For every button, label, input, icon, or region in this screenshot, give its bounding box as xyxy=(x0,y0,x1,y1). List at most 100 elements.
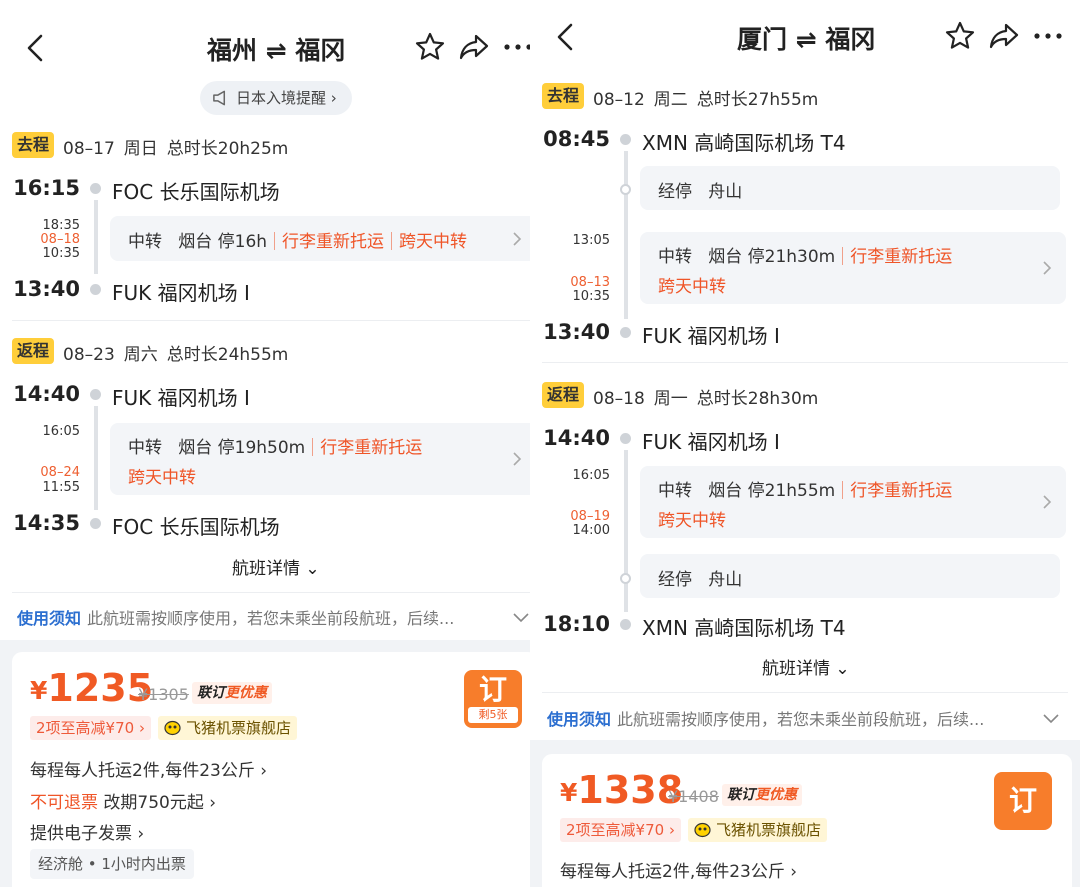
transfer-depart-time: 10:35 xyxy=(572,289,610,304)
depart-time: 14:40 xyxy=(543,426,610,450)
divider xyxy=(12,320,530,321)
outbound-tag: 去程 xyxy=(12,132,54,158)
depart-airport: FOC 长乐国际机场 xyxy=(112,180,280,204)
transfer-depart-time: 14:00 xyxy=(572,523,610,538)
transfer-info: 中转 烟台 停21h55m 行李重新托运 xyxy=(658,481,953,501)
share-icon[interactable] xyxy=(458,31,490,63)
chevron-right-icon xyxy=(513,452,522,466)
cabin-info: 经济舱 • 1小时内出票 xyxy=(30,849,194,879)
page-title: 福州 ⇌ 福冈 xyxy=(207,36,346,65)
arrive-time: 18:10 xyxy=(543,612,610,636)
remaining-seats: 剩5张 xyxy=(468,707,518,723)
stopover-marker xyxy=(620,573,631,584)
share-icon[interactable] xyxy=(988,20,1020,52)
timeline-dot xyxy=(620,433,631,444)
depart-time: 16:15 xyxy=(13,176,80,200)
outbound-weekday: 周日 xyxy=(123,139,158,159)
arrive-time: 14:35 xyxy=(13,511,80,535)
return-tag: 返程 xyxy=(542,382,584,408)
discount-chip[interactable]: 2项至高减¥70 › xyxy=(30,716,151,740)
timeline-line xyxy=(624,151,628,319)
page-title: 厦门 ⇌ 福冈 xyxy=(737,25,876,54)
outbound-tag: 去程 xyxy=(542,83,584,109)
depart-airport: FUK 福冈机场 I xyxy=(112,386,250,410)
return-date: 08–23 xyxy=(63,345,115,365)
timeline-dot xyxy=(90,389,101,400)
chevron-right-icon xyxy=(1043,261,1052,275)
price: ¥1338 xyxy=(560,768,684,812)
arrive-time: 13:40 xyxy=(543,320,610,344)
return-tag: 返程 xyxy=(12,338,54,364)
chevron-down-icon: ⌄ xyxy=(835,659,850,679)
chevron-right-icon xyxy=(513,232,522,246)
outbound-duration: 总时长27h55m xyxy=(696,90,819,110)
return-duration: 总时长28h30m xyxy=(696,389,819,409)
promo-badge: 联订更优惠 xyxy=(192,682,272,704)
arrive-airport: FOC 长乐国际机场 xyxy=(112,515,280,539)
flight-details-toggle[interactable]: 航班详情 ⌄ xyxy=(762,654,850,679)
outbound-date: 08–17 xyxy=(63,139,115,159)
store-chip[interactable]: 飞猪机票旗舰店 xyxy=(158,716,298,740)
stopover-card: 经停 舟山 xyxy=(640,166,1060,210)
transfer-arrive-time: 16:05 xyxy=(42,424,80,439)
flight-details-toggle[interactable]: 航班详情 ⌄ xyxy=(232,554,320,579)
arrive-airport: FUK 福冈机场 I xyxy=(642,324,780,348)
favorite-star-icon[interactable] xyxy=(414,31,446,63)
divider xyxy=(542,362,1068,363)
transfer-next-date: 08–18 xyxy=(40,232,80,247)
store-chip[interactable]: 飞猪机票旗舰店 xyxy=(688,818,828,842)
return-summary: 08–23 周六 总时长24h55m xyxy=(63,340,297,365)
invoice-info[interactable]: 提供电子发票 › xyxy=(30,819,144,844)
timeline-dot xyxy=(90,183,101,194)
transfer-arrive-time: 13:05 xyxy=(572,233,610,248)
more-icon[interactable] xyxy=(502,31,530,63)
japan-entry-notice[interactable]: 日本入境提醒 › xyxy=(200,81,352,115)
stopover-info: 经停 舟山 xyxy=(658,570,743,590)
right-screen: 厦门 ⇌ 福冈 去程 08–12 周二 总时长27h55m 08:45 XMN 高崎… xyxy=(530,0,1080,887)
baggage-policy[interactable]: 每程每人托运2件,每件23公斤 › xyxy=(30,756,267,781)
timeline-line xyxy=(624,450,628,612)
back-icon[interactable] xyxy=(20,32,52,64)
transfer-card[interactable]: 中转 烟台 停19h50m 行李重新托运 跨天中转 xyxy=(110,423,530,495)
discount-chip[interactable]: 2项至高减¥70 › xyxy=(560,818,681,842)
transfer-card[interactable]: 中转 烟台 停21h55m 行李重新托运 跨天中转 xyxy=(640,466,1066,538)
fliggy-logo-icon xyxy=(694,822,711,838)
more-icon[interactable] xyxy=(1032,20,1064,52)
usage-notice[interactable]: 使用须知 此航班需按顺序使用，若您未乘坐前段航班，后续... xyxy=(17,605,529,645)
cross-day-transfer: 跨天中转 xyxy=(128,468,196,488)
price: ¥1235 xyxy=(30,666,154,710)
transfer-card[interactable]: 中转 烟台 停16h 行李重新托运 跨天中转 xyxy=(110,216,530,261)
offer-card[interactable]: ¥1338 ¥1408 联订更优惠 2项至高减¥70 › 飞猪机票旗舰店 每程每… xyxy=(542,754,1072,887)
chevron-down-icon[interactable] xyxy=(1043,711,1059,725)
outbound-summary: 08–12 周二 总时长27h55m xyxy=(593,85,827,110)
book-button[interactable]: 订 xyxy=(994,772,1052,830)
timeline-dot xyxy=(620,619,631,630)
transfer-card[interactable]: 中转 烟台 停21h30m 行李重新托运 跨天中转 xyxy=(640,232,1066,304)
refund-policy[interactable]: 不可退票 改期750元起 › xyxy=(30,788,216,813)
transfer-next-date: 08–13 xyxy=(570,275,610,290)
promo-badge: 联订更优惠 xyxy=(722,784,802,806)
stopover-card: 经停 舟山 xyxy=(640,554,1060,598)
arrive-airport: FUK 福冈机场 I xyxy=(112,281,250,305)
transfer-info: 中转 烟台 停21h30m 行李重新托运 xyxy=(658,247,953,267)
baggage-policy[interactable]: 每程每人托运2件,每件23公斤 › xyxy=(560,857,797,882)
arrive-airport: XMN 高崎国际机场 T4 xyxy=(642,616,846,640)
transfer-next-date: 08–19 xyxy=(570,509,610,524)
book-button[interactable]: 订 剩5张 xyxy=(464,670,522,728)
left-screen: 福州 ⇌ 福冈 日本入境提醒 › 去程 08–17 周日 总时长20h25m 16:… xyxy=(0,0,530,887)
return-summary: 08–18 周一 总时长28h30m xyxy=(593,384,827,409)
original-price: ¥1408 xyxy=(668,787,719,806)
outbound-summary: 08–17 周日 总时长20h25m xyxy=(63,134,297,159)
favorite-star-icon[interactable] xyxy=(944,20,976,52)
chevron-down-icon[interactable] xyxy=(513,610,529,624)
return-weekday: 周一 xyxy=(653,389,688,409)
stopover-marker xyxy=(620,184,631,195)
transfer-depart-time: 11:55 xyxy=(42,480,80,495)
transfer-info: 中转 烟台 停16h 行李重新托运 跨天中转 xyxy=(128,232,468,252)
arrive-time: 13:40 xyxy=(13,277,80,301)
notice-text: 日本入境提醒 xyxy=(236,89,327,107)
offer-card[interactable]: ¥1235 ¥1305 联订更优惠 2项至高减¥70 › 飞猪机票旗舰店 每程每… xyxy=(12,652,530,887)
back-icon[interactable] xyxy=(550,21,582,53)
timeline-dot xyxy=(620,327,631,338)
cross-day-transfer: 跨天中转 xyxy=(658,511,726,531)
